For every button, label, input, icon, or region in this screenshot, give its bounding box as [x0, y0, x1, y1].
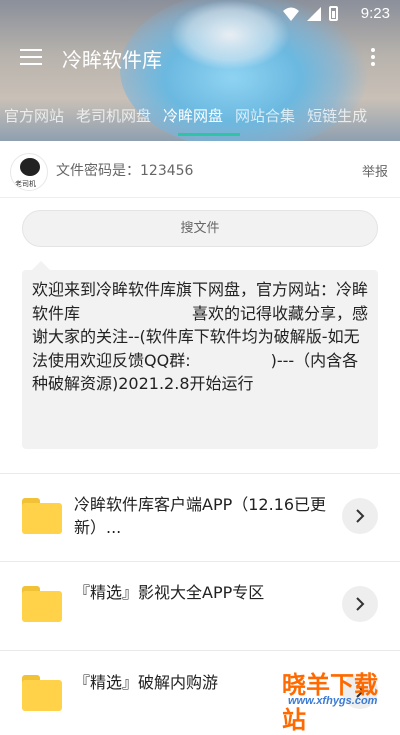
file-item[interactable]: 冷眸软件库客户端APP（12.16已更新）...: [0, 474, 400, 562]
avatar-caption: 老司机: [15, 180, 36, 188]
menu-icon[interactable]: [20, 49, 42, 65]
file-item[interactable]: 『精选』影视大全APP专区: [0, 562, 400, 650]
notice-bubble: 欢迎来到冷眸软件库旗下网盘，官方网站：冷眸软件库 喜欢的记得收藏分享，感谢大家的…: [22, 261, 378, 449]
app-title: 冷眸软件库: [62, 48, 162, 72]
battery-icon: [329, 6, 338, 21]
watermark-url: www.xfhygs.com: [288, 695, 378, 707]
tab-driver-drive[interactable]: 老司机网盘: [70, 100, 157, 132]
active-tab-indicator: [178, 133, 240, 136]
file-name: 冷眸软件库客户端APP（12.16已更新）...: [74, 495, 327, 537]
signal-icon: [307, 6, 321, 21]
tab-short-link[interactable]: 短链生成: [301, 100, 373, 132]
status-time: 9:23: [360, 5, 390, 22]
share-info-bar: 老司机 文件密码是：123456 举报: [0, 141, 400, 198]
chevron-right-icon: [356, 597, 365, 611]
status-icons: [283, 6, 338, 21]
folder-icon: [22, 675, 62, 711]
open-file-button[interactable]: [342, 498, 378, 534]
tab-site-collection[interactable]: 网站合集: [229, 100, 301, 132]
chevron-right-icon: [356, 509, 365, 523]
file-name: 『精选』影视大全APP专区: [74, 583, 265, 602]
site-watermark: 晓羊下载站 www.xfhygs.com: [282, 665, 398, 734]
folder-icon: [22, 498, 62, 534]
more-options-icon[interactable]: [370, 48, 376, 68]
header-banner: 9:23 冷眸软件库 官方网站 老司机网盘 冷眸网盘 网站合集 短链生成: [0, 0, 400, 141]
avatar-face-icon: [20, 158, 40, 176]
tab-bar: 官方网站 老司机网盘 冷眸网盘 网站合集 短链生成: [0, 100, 400, 132]
notice-text: 欢迎来到冷眸软件库旗下网盘，官方网站：冷眸软件库 喜欢的记得收藏分享，感谢大家的…: [32, 280, 369, 393]
status-bar: 9:23: [0, 0, 400, 28]
wifi-icon: [283, 7, 299, 21]
tab-official-site[interactable]: 官方网站: [0, 100, 70, 132]
search-files-button[interactable]: 搜文件: [22, 210, 378, 247]
file-password-text: 文件密码是：123456: [56, 163, 194, 179]
report-button[interactable]: 举报: [362, 161, 388, 180]
toolbar: 冷眸软件库: [0, 28, 400, 86]
folder-icon: [22, 586, 62, 622]
avatar[interactable]: 老司机: [10, 153, 48, 191]
open-file-button[interactable]: [342, 586, 378, 622]
tab-lengmou-drive[interactable]: 冷眸网盘: [157, 100, 229, 132]
